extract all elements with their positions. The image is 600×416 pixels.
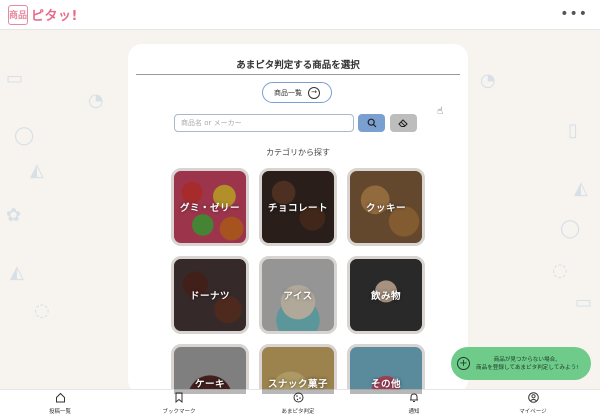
category-label: アイス <box>283 291 313 302</box>
search-input[interactable] <box>174 114 354 132</box>
doodle-icon: ◭ <box>10 262 24 283</box>
category-tile-snack[interactable]: スナック菓子 <box>259 344 337 394</box>
app-logo[interactable]: 商品 ピタッ! <box>8 4 78 25</box>
bell-icon <box>374 392 454 406</box>
logo-mark: 商品 <box>8 4 28 25</box>
arrow-right-icon: → <box>308 86 320 99</box>
nav-label: 通知 <box>408 409 420 415</box>
category-tile-gummy[interactable]: グミ・ゼリー <box>171 168 249 246</box>
app-header: 商品 ピタッ! ••• <box>0 0 600 30</box>
product-select-panel: あまピタ判定する商品を選択 商品一覧 → カテゴリから探す グミ・ゼリー チョコ… <box>128 44 468 394</box>
clear-button[interactable] <box>390 114 417 132</box>
nav-item-posts[interactable]: 投稿一覧 <box>20 392 100 415</box>
category-tile-cake[interactable]: ケーキ <box>171 344 249 394</box>
fab-text-line: 商品を登録してあまピタ判定してみよう! <box>476 364 579 371</box>
category-label: チョコレート <box>267 203 328 214</box>
category-tile-donut[interactable]: ドーナツ <box>171 256 249 334</box>
nav-label: ブックマーク <box>162 409 196 415</box>
category-heading: カテゴリから探す <box>266 148 330 157</box>
product-list-button[interactable]: 商品一覧 → <box>262 82 332 103</box>
category-label: グミ・ゼリー <box>179 203 240 214</box>
doodle-icon: ◔ <box>480 70 496 91</box>
search-icon <box>367 118 376 128</box>
nav-item-bookmark[interactable]: ブックマーク <box>139 392 219 415</box>
category-tile-chocolate[interactable]: チョコレート <box>259 168 337 246</box>
doodle-icon: ◭ <box>574 178 588 199</box>
fab-text-line: 商品が見つからない場合、 <box>493 356 561 363</box>
doodle-icon: ◯ <box>560 218 581 239</box>
category-tile-cookie[interactable]: クッキー <box>347 168 425 246</box>
bookmark-icon <box>139 392 219 406</box>
register-product-text: 商品が見つからない場合、 商品を登録してあまピタ判定してみよう! <box>476 356 578 372</box>
plus-icon: + <box>457 357 470 370</box>
category-label: クッキー <box>365 203 406 214</box>
category-tile-other[interactable]: その他 <box>347 344 425 394</box>
register-product-button[interactable]: + 商品が見つからない場合、 商品を登録してあまピタ判定してみよう! <box>451 347 591 380</box>
category-label: その他 <box>370 379 401 390</box>
doodle-icon: ◭ <box>30 160 44 181</box>
doodle-icon: ▯ <box>568 120 578 141</box>
category-tile-drink[interactable]: 飲み物 <box>347 256 425 334</box>
nav-label: 投稿一覧 <box>48 409 71 415</box>
category-tile-ice[interactable]: アイス <box>259 256 337 334</box>
nav-item-judge[interactable]: あまピタ判定 <box>258 392 338 415</box>
nav-item-mypage[interactable]: マイページ <box>493 392 573 415</box>
logo-text: ピタッ! <box>31 9 78 24</box>
cookie-icon <box>258 392 338 406</box>
doodle-icon: ▭ <box>6 68 24 89</box>
doodle-icon: ◌ <box>34 300 50 321</box>
page-title: あまピタ判定する商品を選択 <box>136 44 460 75</box>
search-button[interactable] <box>358 114 385 132</box>
category-label: スナック菓子 <box>267 379 328 390</box>
nav-label: あまピタ判定 <box>281 409 315 415</box>
more-dots-icon[interactable]: ••• <box>560 6 588 22</box>
nav-item-notifications[interactable]: 通知 <box>374 392 454 415</box>
user-icon <box>493 392 573 406</box>
category-label: ドーナツ <box>189 291 230 302</box>
home-icon <box>20 392 100 406</box>
category-label: ケーキ <box>194 379 225 390</box>
category-label: 飲み物 <box>370 291 401 302</box>
doodle-icon: ◯ <box>14 125 35 146</box>
doodle-icon: ▭ <box>575 292 593 313</box>
doodle-icon: ✿ <box>6 205 22 226</box>
doodle-icon: ◔ <box>88 90 104 111</box>
nav-label: マイページ <box>519 409 547 415</box>
pointer-cursor-icon: ☝ <box>437 106 444 117</box>
doodle-icon: ◌ <box>552 260 568 281</box>
product-list-label: 商品一覧 <box>274 88 302 97</box>
eraser-icon <box>398 119 408 128</box>
